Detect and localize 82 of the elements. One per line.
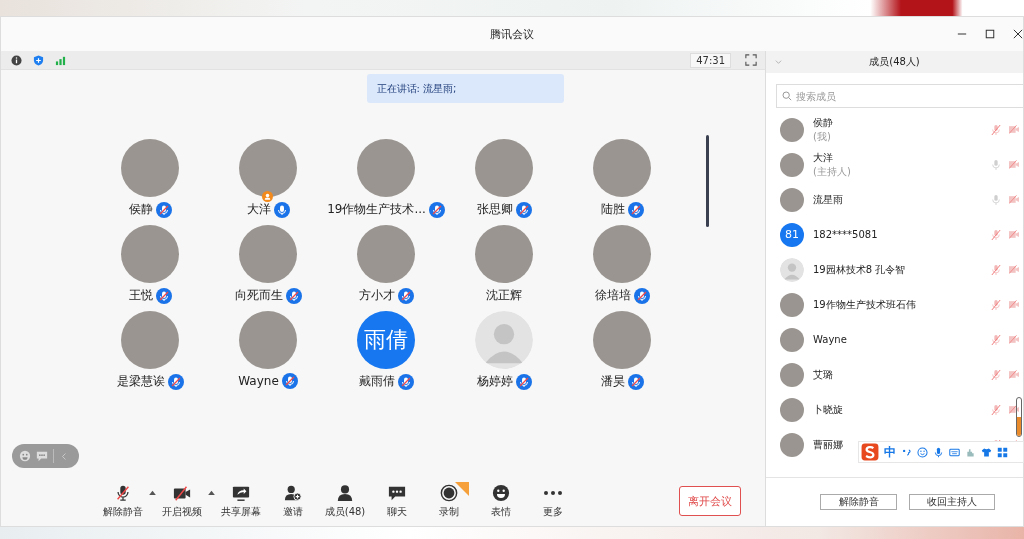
toolbar-button[interactable]: 表情	[475, 481, 527, 521]
member-name: 流星雨	[813, 192, 844, 207]
member-name: 侯静	[813, 115, 834, 130]
close-icon[interactable]	[1013, 29, 1023, 39]
speaking-banner: 正在讲话: 流星雨;	[366, 74, 564, 103]
member-name: Wayne	[813, 334, 848, 345]
meeting-timer: 47:31	[690, 52, 731, 68]
caret-icon[interactable]	[149, 489, 156, 495]
toolbar-button[interactable]: 共享屏幕	[215, 481, 267, 521]
mic-muted-icon[interactable]	[991, 368, 1001, 381]
participant-name: 张思卿	[476, 201, 513, 218]
panel-button[interactable]: 收回主持人	[909, 494, 995, 510]
mic-muted-icon[interactable]	[991, 333, 1001, 346]
participant-name: 向死而生	[234, 287, 283, 304]
mic-muted-icon[interactable]	[991, 403, 1001, 416]
mic-muted-icon[interactable]	[991, 298, 1001, 311]
smiley-icon	[492, 483, 510, 502]
shield-icon[interactable]	[33, 54, 44, 66]
signal-icon[interactable]	[55, 54, 66, 66]
camera-off-icon[interactable]	[1009, 405, 1019, 414]
toolbar-button[interactable]: 聊天	[371, 481, 423, 521]
member-name: 182****5081	[813, 229, 879, 240]
input-mode-toggle[interactable]: 中	[884, 443, 896, 461]
shirt-icon[interactable]	[981, 446, 992, 458]
participant-name: 是梁慧诶	[116, 373, 165, 390]
panel-title: 成员(48人)	[869, 55, 920, 69]
search-icon	[782, 91, 792, 101]
chevron-left-icon[interactable]	[61, 451, 67, 461]
scrollbar[interactable]	[1016, 397, 1022, 437]
member-name: 艾璐	[813, 367, 834, 382]
participant-name: 徐培培	[594, 287, 631, 304]
member-name: 卜晓旋	[813, 402, 844, 417]
participant-name: 侯静	[128, 201, 153, 218]
participant-name: 沈正辉	[486, 287, 522, 304]
avatar-initials: 雨倩	[357, 311, 415, 369]
participant-name: 大洋	[246, 201, 271, 218]
input-method-logo-icon[interactable]	[861, 443, 879, 461]
mic-muted-icon	[114, 483, 132, 502]
fullscreen-icon[interactable]	[745, 54, 757, 66]
window-title: 腾讯会议	[490, 26, 534, 42]
toolbar-button[interactable]: 解除静音	[97, 481, 149, 521]
leave-meeting-button[interactable]: 离开会议	[679, 486, 741, 516]
grid-icon[interactable]	[997, 446, 1008, 458]
participant-name: 潘昊	[600, 373, 625, 390]
search-field[interactable]: 搜索成员	[776, 84, 1023, 108]
add-person-icon	[284, 483, 302, 502]
avatar-initials: 81	[780, 222, 804, 247]
mic-muted-icon[interactable]	[991, 123, 1001, 136]
person-icon	[336, 483, 354, 502]
toolbar-button[interactable]: 更多	[527, 481, 579, 521]
participant-name: 陆胜	[600, 201, 625, 218]
keyboard-icon[interactable]	[949, 446, 960, 458]
info-icon[interactable]	[11, 54, 22, 66]
toolbar-button[interactable]: 录制	[423, 481, 475, 521]
chevron-down-icon[interactable]	[775, 60, 782, 64]
participant-name: 19作物生产技术...	[327, 201, 426, 218]
member-name: 大洋	[813, 150, 834, 165]
member-name: 19园林技术8 孔令智	[813, 262, 907, 277]
smiley-icon[interactable]	[917, 446, 928, 458]
maximize-icon[interactable]	[985, 29, 995, 39]
member-role: (主持人)	[813, 164, 852, 179]
toolbar-button[interactable]: 开启视频	[156, 481, 208, 521]
record-icon	[440, 483, 458, 502]
participant-name: 杨婷婷	[476, 373, 513, 390]
participant-name: 戴雨倩	[358, 373, 395, 390]
more-icon	[543, 489, 563, 496]
microphone-icon[interactable]	[933, 446, 944, 458]
scroll-indicator[interactable]	[706, 135, 709, 227]
panel-button[interactable]: 解除静音	[820, 494, 897, 510]
hand-icon[interactable]	[965, 446, 976, 458]
participant-name: Wayne	[238, 374, 279, 388]
participant-name: 王悦	[128, 287, 153, 304]
member-role: (我)	[813, 129, 832, 144]
mic-muted-icon[interactable]	[991, 263, 1001, 276]
toolbar-button[interactable]: 成员(48)	[319, 481, 371, 521]
chat-icon[interactable]	[36, 450, 48, 462]
emoji-icon[interactable]	[19, 450, 31, 462]
toolbar-button[interactable]: 邀请	[267, 481, 319, 521]
participant-name: 方小才	[358, 287, 395, 304]
caret-icon[interactable]	[208, 489, 215, 495]
mic-muted-icon[interactable]	[991, 228, 1001, 241]
member-name: 19作物生产技术班石伟	[813, 297, 917, 312]
